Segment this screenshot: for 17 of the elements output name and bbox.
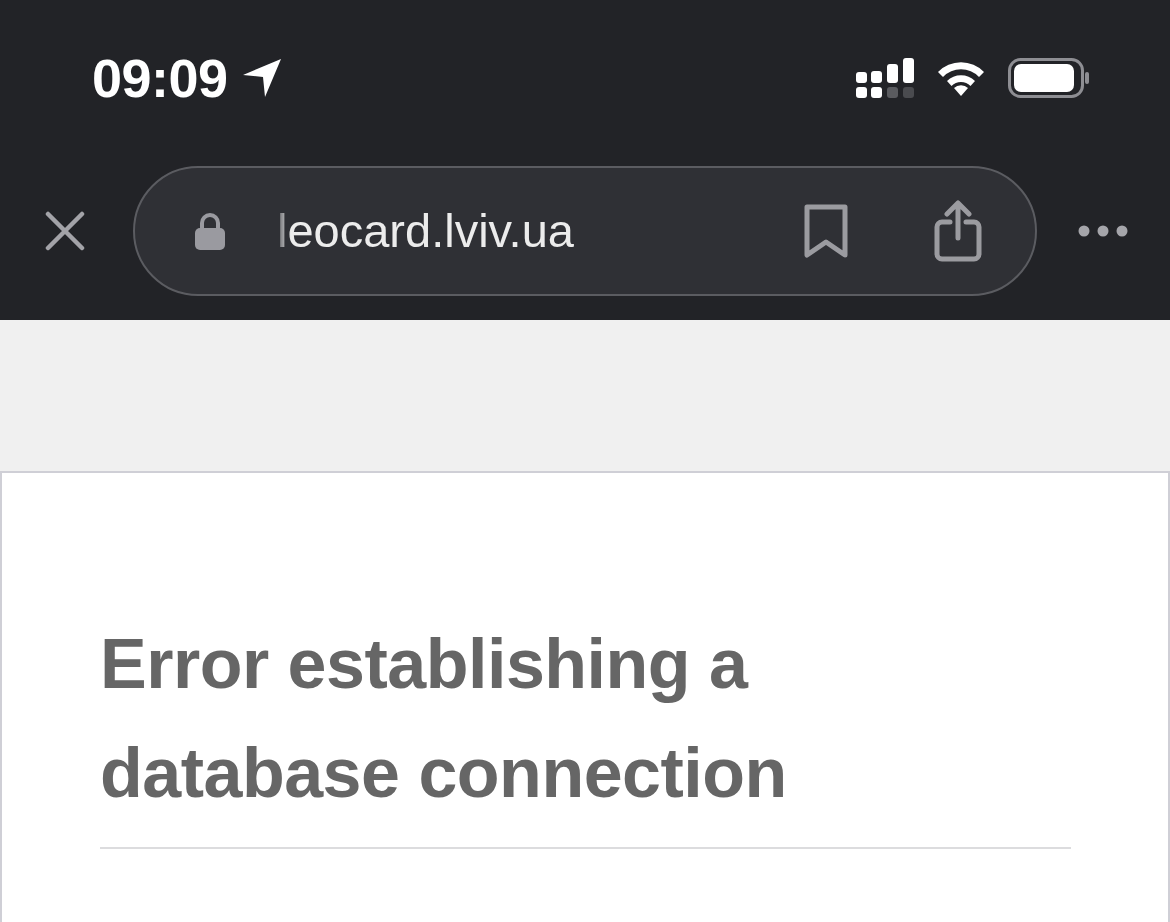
close-icon [45, 211, 85, 251]
wifi-icon [936, 60, 986, 96]
address-bar[interactable]: leocard.lviv.ua [133, 166, 1037, 296]
lock-icon [195, 212, 225, 250]
share-button[interactable] [934, 200, 982, 262]
url-text: leocard.lviv.ua [277, 202, 575, 259]
share-icon [934, 200, 982, 262]
error-heading: Error establishing a database connection [100, 624, 788, 814]
more-icon [1078, 225, 1128, 237]
battery-icon [1008, 58, 1090, 98]
location-arrow-icon [241, 58, 282, 98]
bookmark-icon [804, 204, 848, 258]
close-button[interactable] [45, 211, 85, 251]
more-button[interactable] [1078, 225, 1128, 237]
status-time: 09:09 [92, 51, 228, 105]
signal-icon [856, 58, 914, 98]
bookmark-button[interactable] [804, 204, 848, 258]
